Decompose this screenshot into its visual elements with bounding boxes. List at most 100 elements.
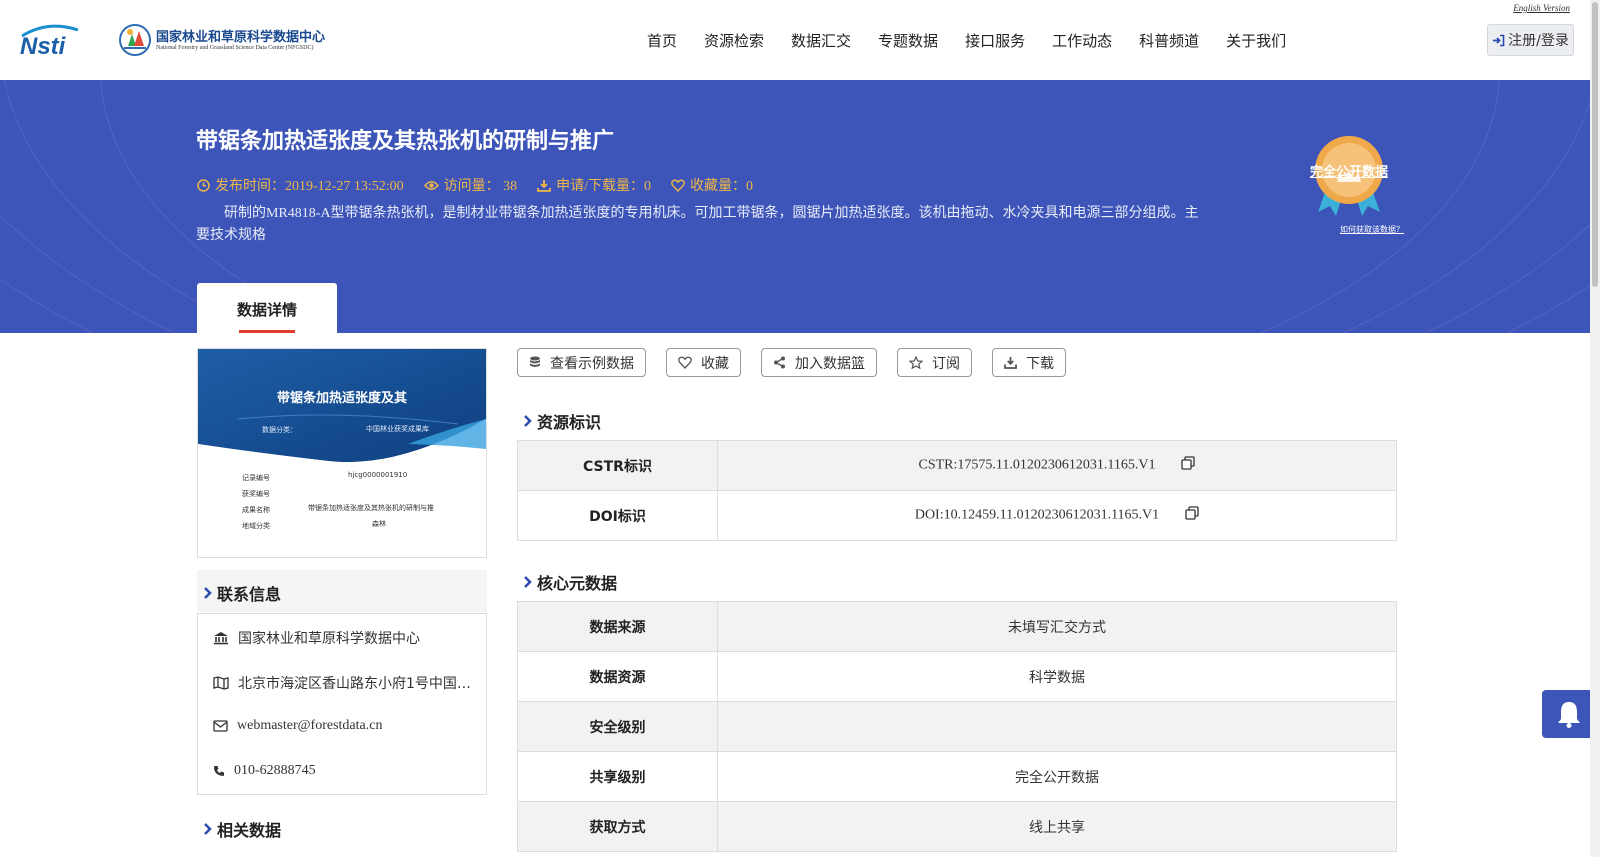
core-metadata-heading: 核心元数据: [523, 570, 617, 594]
chevron-right-icon: [524, 576, 532, 588]
database-icon: [530, 356, 540, 367]
row-key: 数据来源: [517, 601, 718, 652]
row-value: 线上共享: [717, 801, 1397, 852]
cover-category-label: 数据分类：: [262, 426, 297, 434]
nsti-logo[interactable]: Nsti: [18, 22, 98, 58]
cover-title: 带锯条加热适张度及其: [276, 391, 407, 406]
copy-icon[interactable]: [1181, 456, 1196, 475]
row-key: 安全级别: [517, 701, 718, 752]
row-value: 科学数据: [717, 651, 1397, 702]
clock-icon: [197, 178, 210, 192]
table-row: 数据来源 未填写汇交方式: [517, 601, 1397, 652]
org-name-cn: 国家林业和草原科学数据中心: [156, 29, 326, 45]
chevron-right-icon: [204, 823, 212, 835]
eye-icon: [423, 180, 439, 190]
org-name-en: National Forestry and Grassland Science …: [156, 44, 314, 51]
identifiers-heading: 资源标识: [523, 409, 601, 433]
row-value: 未填写汇交方式: [717, 601, 1397, 652]
page-scrollbar[interactable]: [1590, 0, 1600, 857]
heart-icon: [678, 356, 692, 369]
nav-data-submission[interactable]: 数据汇交: [791, 30, 851, 51]
floating-notification-button[interactable]: [1542, 690, 1595, 738]
top-header: Nsti 国家林业和草原科学数据中心 National Forestry and…: [0, 0, 1600, 80]
center-logo[interactable]: 国家林业和草原科学数据中心 National Forestry and Gras…: [118, 22, 325, 58]
nfgsdc-emblem-icon: [119, 24, 151, 56]
favorite-button[interactable]: 收藏: [666, 348, 741, 377]
row-key: DOI标识: [517, 490, 718, 541]
row-value: DOI:10.12459.11.0120230612031.1165.V1: [717, 490, 1397, 541]
table-row: CSTR标识 CSTR:17575.11.0120230612031.1165.…: [517, 440, 1397, 491]
cstr-value: CSTR:17575.11.0120230612031.1165.V1: [918, 457, 1156, 473]
dataset-description: 研制的MR4818-A型带锯条热张机，是制材业带锯条加热适张度的专用机床。可加工…: [196, 206, 1199, 243]
tab-active-indicator: [239, 330, 295, 333]
chevron-right-icon: [524, 415, 532, 427]
favorite-count: 收藏量：0: [671, 175, 753, 195]
tab-data-details[interactable]: 数据详情: [197, 283, 337, 333]
subscribe-button[interactable]: 订阅: [897, 348, 972, 377]
row-key: 共享级别: [517, 751, 718, 802]
dataset-title: 带锯条加热适张度及其热张机的研制与推广: [196, 129, 615, 154]
row-value: 完全公开数据: [717, 751, 1397, 802]
contact-info: 国家林业和草原科学数据中心 北京市海淀区香山路东小府1号中国林业科学研究院 we…: [197, 613, 487, 795]
english-version-link[interactable]: English Version: [1513, 3, 1570, 13]
nav-about[interactable]: 关于我们: [1226, 30, 1286, 51]
row-key: CSTR标识: [517, 440, 718, 491]
view-sample-data-button[interactable]: 查看示例数据: [517, 348, 646, 377]
download-icon: [1004, 357, 1017, 369]
how-to-get-data-link[interactable]: 如何获取该数据？: [1340, 224, 1404, 235]
main-nav: 首页 资源检索 数据汇交 专题数据 接口服务 工作动态 科普频道 关于我们: [647, 30, 1313, 51]
cover-field-label: 记录编号: [242, 474, 270, 482]
login-label: 注册/登录: [1508, 33, 1569, 49]
cover-field-label: 获奖编号: [242, 490, 270, 498]
view-count: 访问量： 38: [423, 175, 517, 195]
cover-field-label: 地域分类: [242, 522, 270, 530]
core-metadata-table: 数据来源 未填写汇交方式 数据资源 科学数据 安全级别 共享级别 完全公开数据 …: [517, 601, 1397, 852]
copy-icon[interactable]: [1185, 506, 1199, 525]
dataset-meta: 发布时间：2019-12-27 13:52:00 访问量： 38 申请/下载量：…: [197, 175, 773, 195]
download-button[interactable]: 下载: [992, 348, 1066, 377]
nav-resource-search[interactable]: 资源检索: [704, 30, 764, 51]
heart-icon: [671, 179, 685, 192]
identifiers-table: CSTR标识 CSTR:17575.11.0120230612031.1165.…: [517, 440, 1397, 541]
sign-in-icon: [1493, 34, 1505, 46]
cover-field-label: 成果名称: [242, 506, 270, 514]
map-icon: [213, 676, 229, 690]
contact-email[interactable]: webmaster@forestdata.cn: [213, 718, 475, 734]
contact-phone: 010-62888745: [213, 763, 475, 779]
login-button[interactable]: 注册/登录: [1487, 24, 1574, 56]
nav-topic-data[interactable]: 专题数据: [878, 30, 938, 51]
public-data-badge-label[interactable]: 完全公开数据: [1306, 161, 1392, 180]
nav-news[interactable]: 工作动态: [1052, 30, 1112, 51]
cover-field-value: 森林: [372, 520, 386, 528]
table-row: 安全级别: [517, 701, 1397, 752]
nav-home[interactable]: 首页: [647, 30, 677, 51]
contact-address: 北京市海淀区香山路东小府1号中国林业科学研究院: [213, 673, 475, 693]
doi-value: DOI:10.12459.11.0120230612031.1165.V1: [914, 507, 1160, 523]
row-key: 数据资源: [517, 651, 718, 702]
action-bar: 查看示例数据 收藏 加入数据篮 订阅 下载: [517, 348, 1086, 377]
add-to-basket-button[interactable]: 加入数据篮: [761, 348, 877, 377]
row-value: CSTR:17575.11.0120230612031.1165.V1: [717, 440, 1397, 491]
nav-api-service[interactable]: 接口服务: [965, 30, 1025, 51]
contact-org: 国家林业和草原科学数据中心: [213, 628, 475, 648]
table-row: 共享级别 完全公开数据: [517, 751, 1397, 802]
row-key: 获取方式: [517, 801, 718, 852]
scrollbar-thumb[interactable]: [1592, 2, 1598, 287]
download-icon: [537, 179, 552, 192]
envelope-icon: [213, 720, 228, 732]
dataset-cover-image: 带锯条加热适张度及其 数据分类： 中国林业获奖成果库 记录编号 hjcg0000…: [197, 348, 487, 558]
contact-heading: 联系信息: [203, 581, 281, 605]
download-count: 申请/下载量：0: [537, 175, 651, 195]
cover-category-value: 中国林业获奖成果库: [366, 425, 429, 433]
table-row: 获取方式 线上共享: [517, 801, 1397, 852]
nav-science[interactable]: 科普频道: [1139, 30, 1199, 51]
bell-icon: [1557, 702, 1580, 728]
chevron-right-icon: [204, 587, 212, 599]
cover-field-value: 带锯条加热适张度及其热张机的研制与推: [308, 504, 434, 512]
institution-icon: [214, 632, 228, 645]
phone-icon: [214, 766, 224, 776]
table-row: DOI标识 DOI:10.12459.11.0120230612031.1165…: [517, 490, 1397, 541]
row-value: [717, 701, 1397, 752]
related-heading: 相关数据: [203, 817, 281, 841]
table-row: 数据资源 科学数据: [517, 651, 1397, 702]
